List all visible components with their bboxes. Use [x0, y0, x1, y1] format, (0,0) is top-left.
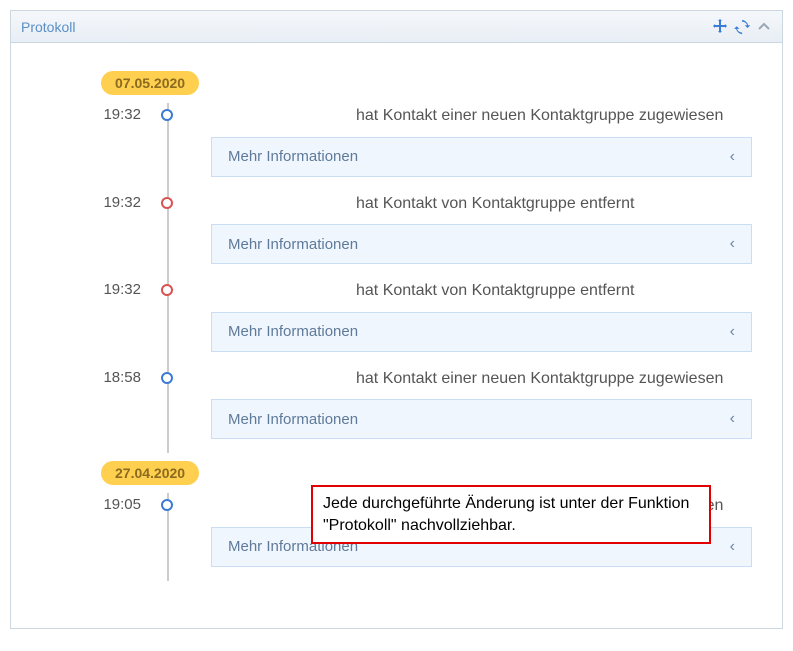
chevron-left-icon: ‹ [730, 538, 735, 556]
timeline-line [161, 493, 211, 581]
entry-time: 18:58 [41, 366, 161, 454]
timeline-line [161, 278, 211, 366]
entry-content: hat Kontakt von Kontaktgruppe entfernt M… [211, 278, 752, 366]
expander-label: Mehr Informationen [228, 411, 730, 428]
entry-text: hat Kontakt einer neuen Kontaktgruppe zu… [211, 366, 752, 392]
annotation-text: Jede durchgeführte Änderung ist unter de… [323, 495, 689, 534]
timeline-line [161, 103, 211, 191]
dot-icon [161, 109, 173, 121]
entry-text: hat Kontakt von Kontaktgruppe entfernt [211, 278, 752, 304]
entry-time: 19:32 [41, 278, 161, 366]
panel-title: Protokoll [21, 19, 712, 35]
timeline-line [161, 191, 211, 279]
entry-time: 19:32 [41, 191, 161, 279]
more-info-expander[interactable]: Mehr Informationen ‹ [211, 399, 752, 439]
chevron-left-icon: ‹ [730, 235, 735, 253]
date-badge: 27.04.2020 [101, 461, 199, 485]
dot-icon [161, 499, 173, 511]
panel-header: Protokoll [11, 11, 782, 43]
date-badge: 07.05.2020 [101, 71, 199, 95]
chevron-left-icon: ‹ [730, 410, 735, 428]
move-icon[interactable] [712, 19, 728, 35]
panel-controls [712, 19, 772, 35]
more-info-expander[interactable]: Mehr Informationen ‹ [211, 224, 752, 264]
refresh-icon[interactable] [734, 19, 750, 35]
expander-label: Mehr Informationen [228, 323, 730, 340]
timeline-entry: 19:32 hat Kontakt von Kontaktgruppe entf… [41, 278, 752, 366]
chevron-left-icon: ‹ [730, 148, 735, 166]
more-info-expander[interactable]: Mehr Informationen ‹ [211, 312, 752, 352]
entry-content: hat Kontakt einer neuen Kontaktgruppe zu… [211, 366, 752, 454]
dot-icon [161, 197, 173, 209]
timeline-line [161, 366, 211, 454]
timeline-entry: 19:32 hat Kontakt von Kontaktgruppe entf… [41, 191, 752, 279]
entry-text: hat Kontakt einer neuen Kontaktgruppe zu… [211, 103, 752, 129]
timeline-entry: 19:32 hat Kontakt einer neuen Kontaktgru… [41, 103, 752, 191]
protokoll-panel: Protokoll 07.05.2020 19:32 hat Kontakt e… [10, 10, 783, 629]
entry-text: hat Kontakt von Kontaktgruppe entfernt [211, 191, 752, 217]
expander-label: Mehr Informationen [228, 236, 730, 253]
entry-content: hat Kontakt einer neuen Kontaktgruppe zu… [211, 103, 752, 191]
dot-icon [161, 284, 173, 296]
entry-time: 19:05 [41, 493, 161, 581]
dot-icon [161, 372, 173, 384]
chevron-left-icon: ‹ [730, 323, 735, 341]
expander-label: Mehr Informationen [228, 148, 730, 165]
chevron-up-icon[interactable] [756, 19, 772, 35]
panel-body: 07.05.2020 19:32 hat Kontakt einer neuen… [11, 43, 782, 628]
entry-content: hat Kontakt von Kontaktgruppe entfernt M… [211, 191, 752, 279]
entry-time: 19:32 [41, 103, 161, 191]
annotation-callout: Jede durchgeführte Änderung ist unter de… [311, 485, 711, 544]
timeline-entry: 18:58 hat Kontakt einer neuen Kontaktgru… [41, 366, 752, 454]
more-info-expander[interactable]: Mehr Informationen ‹ [211, 137, 752, 177]
